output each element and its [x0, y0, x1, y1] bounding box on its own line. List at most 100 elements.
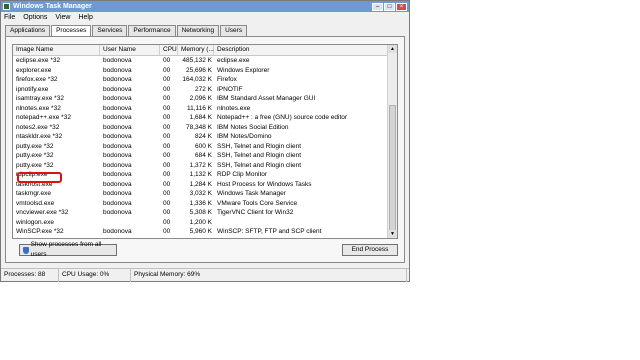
tab-strip: Applications Processes Services Performa… [5, 25, 248, 38]
cell-desc [214, 218, 389, 228]
end-process-button[interactable]: End Process [342, 244, 398, 256]
cell-cpu: 00 [163, 190, 171, 197]
cell-name: ipnotify.exe [16, 85, 49, 93]
process-list[interactable]: Image Name User Name CPU Memory (... Des… [12, 44, 398, 239]
column-description[interactable]: Description [214, 45, 389, 55]
cell-mem: 1,200 K [189, 218, 212, 226]
cell-desc: IBM Notes Social Edition [217, 123, 289, 131]
cell-cpu: 00 [163, 95, 171, 102]
tab-performance[interactable]: Performance [128, 25, 176, 36]
end-process-label: End Process [351, 246, 389, 253]
cell-name: winlogon.exe [16, 218, 54, 226]
table-row[interactable]: taskmgr.exe bodonova 00 3,032 K Windows Task… [13, 189, 397, 199]
cell-cpu: 00 [163, 209, 171, 216]
status-processes: Processes: 88 [1, 269, 59, 282]
cell-mem: 11,116 K [186, 104, 212, 112]
cell-cpu: 00 [163, 133, 171, 140]
cell-cpu: 00 [163, 161, 171, 169]
scroll-down-arrow-icon[interactable]: ▼ [388, 230, 397, 238]
cell-cpu: 00 [163, 199, 171, 207]
cell-cpu: 00 [163, 66, 171, 74]
cell-name: vncviewer.exe *32 [16, 209, 69, 216]
cell-mem: 824 K [195, 133, 212, 140]
cell-mem: 25,696 K [185, 66, 212, 74]
minimize-button[interactable]: – [372, 2, 383, 11]
column-cpu[interactable]: CPU [160, 45, 178, 55]
title-bar[interactable]: Windows Task Manager – □ × [1, 1, 409, 12]
table-row[interactable]: notes2.exe *32 bodonova 00 78,348 K IBM Note… [13, 123, 397, 133]
cell-mem: 1,336 K [189, 199, 212, 207]
scroll-up-arrow-icon[interactable]: ▲ [388, 45, 397, 53]
table-row[interactable]: WinSCP.exe *32 bodonova 00 5,960 K WinSCP: S… [13, 227, 397, 237]
menu-file[interactable]: File [4, 14, 15, 21]
column-user-name[interactable]: User Name [100, 45, 160, 55]
process-rows: eclipse.exe *32 bodonova 00 485,132 K eclips… [13, 56, 397, 237]
status-cpu-usage: CPU Usage: 0% [59, 269, 131, 282]
table-row[interactable]: taskhost.exe bodonova 00 1,284 K Host Proces… [13, 180, 397, 190]
scroll-thumb[interactable] [389, 105, 396, 233]
cell-cpu: 00 [163, 171, 171, 178]
tab-services[interactable]: Services [92, 25, 128, 36]
cell-user: bodonova [103, 190, 132, 197]
cell-desc: Notepad++ : a free (GNU) source code edi… [217, 114, 348, 121]
cell-desc: VMware Tools Core Service [217, 199, 298, 207]
cell-desc: SSH, Telnet and Rlogin client [217, 161, 302, 169]
cell-user: bodonova [103, 133, 132, 140]
cell-desc: Windows Task Manager [217, 190, 286, 197]
table-row[interactable]: putty.exe *32 bodonova 00 600 K SSH, Telnet … [13, 142, 397, 152]
cell-user: bodonova [103, 76, 132, 83]
cell-name: vmtoolsd.exe [16, 199, 55, 207]
status-physical-memory: Physical Memory: 69% [131, 269, 407, 282]
cell-cpu: 00 [163, 85, 171, 93]
cell-mem: 5,960 K [189, 228, 212, 235]
tab-networking[interactable]: Networking [176, 25, 220, 36]
cell-user: bodonova [103, 161, 132, 169]
table-row[interactable]: putty.exe *32 bodonova 00 1,372 K SSH, Telne… [13, 161, 397, 171]
table-row[interactable]: eclipse.exe *32 bodonova 00 485,132 K eclips… [13, 56, 397, 66]
table-row[interactable]: vncviewer.exe *32 bodonova 00 5,308 K TigerV… [13, 208, 397, 218]
table-row[interactable]: explorer.exe bodonova 00 25,696 K Windows Ex… [13, 66, 397, 76]
table-row[interactable]: isamtray.exe *32 bodonova 00 2,096 K IBM Sta… [13, 94, 397, 104]
task-manager-window: Windows Task Manager – □ × File Options … [0, 0, 410, 282]
table-row[interactable]: winlogon.exe 00 1,200 K [13, 218, 397, 228]
tab-applications[interactable]: Applications [5, 25, 51, 36]
table-row[interactable]: firefox.exe *32 bodonova 00 164,032 K Firefo… [13, 75, 397, 85]
table-row[interactable]: ntaskldr.exe *32 bodonova 00 824 K IBM Notes… [13, 132, 397, 142]
table-row[interactable]: vmtoolsd.exe bodonova 00 1,336 K VMware Tool… [13, 199, 397, 209]
maximize-button[interactable]: □ [384, 2, 395, 11]
table-row[interactable]: putty.exe *32 bodonova 00 684 K SSH, Telnet … [13, 151, 397, 161]
cell-name: eclipse.exe *32 [16, 57, 61, 64]
column-image-name[interactable]: Image Name [13, 45, 100, 55]
cell-user: bodonova [103, 152, 132, 159]
cell-name: putty.exe *32 [16, 142, 54, 150]
cell-mem: 1,372 K [189, 161, 212, 169]
status-bar: Processes: 88 CPU Usage: 0% Physical Mem… [1, 268, 409, 282]
table-row[interactable]: notepad++.exe *32 bodonova 00 1,684 K Notepa… [13, 113, 397, 123]
cell-desc: RDP Clip Monitor [217, 171, 268, 178]
table-row[interactable]: rdpclip.exe bodonova 00 1,132 K RDP Clip Mon… [13, 170, 397, 180]
table-row[interactable]: ipnotify.exe bodonova 00 272 K IPNOTIF [13, 85, 397, 95]
cell-user [100, 218, 160, 228]
cell-user: bodonova [103, 95, 132, 102]
cell-mem: 2,096 K [189, 95, 212, 102]
cell-user: bodonova [103, 209, 132, 216]
cell-name: notepad++.exe *32 [16, 114, 71, 121]
column-memory[interactable]: Memory (... [178, 45, 214, 55]
menu-view[interactable]: View [55, 14, 70, 21]
cell-user: bodonova [103, 199, 132, 207]
menu-help[interactable]: Help [78, 14, 92, 21]
vertical-scrollbar[interactable]: ▲ ▼ [387, 45, 397, 238]
highlight-annotation [17, 172, 62, 183]
cell-name: putty.exe *32 [16, 152, 54, 159]
cell-cpu: 00 [163, 218, 171, 226]
cell-mem: 5,308 K [189, 209, 212, 216]
window-controls: – □ × [372, 2, 409, 11]
table-row[interactable]: nlnotes.exe *32 bodonova 00 11,116 K nlnotes… [13, 104, 397, 114]
menu-options[interactable]: Options [23, 14, 47, 21]
cell-name: explorer.exe [16, 66, 52, 74]
cell-mem: 485,132 K [182, 57, 212, 64]
menu-bar: File Options View Help [1, 12, 409, 22]
close-button[interactable]: × [396, 2, 407, 11]
show-all-processes-button[interactable]: Show processes from all users [19, 241, 117, 258]
tab-users[interactable]: Users [220, 25, 248, 36]
